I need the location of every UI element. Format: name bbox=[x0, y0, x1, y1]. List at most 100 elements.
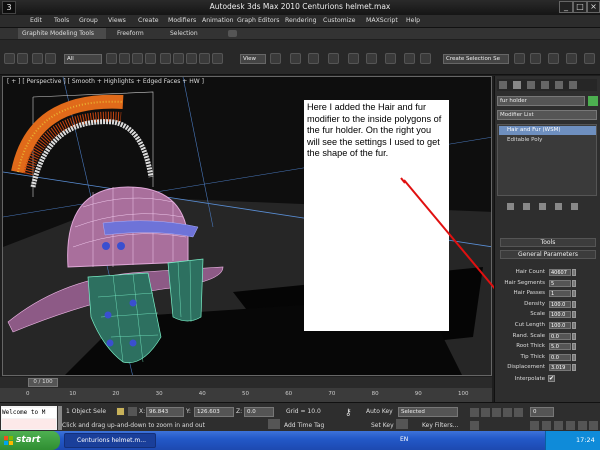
timeline-tick-label: 80 bbox=[371, 391, 379, 397]
param-spinner[interactable] bbox=[572, 300, 576, 308]
modifier-list-dropdown[interactable]: Modifier List bbox=[497, 110, 597, 120]
lock-selection-icon[interactable] bbox=[116, 407, 125, 416]
y-label: Y: bbox=[186, 408, 191, 415]
z-coordinate-field[interactable]: 0.0 bbox=[244, 407, 274, 417]
status-prompt: Click and drag up-and-down to zoom in an… bbox=[62, 422, 205, 429]
language-indicator[interactable]: EN bbox=[400, 436, 408, 443]
status-bar: Welcome to M 1 Object Sele X: 96.843 Y: … bbox=[0, 402, 600, 431]
param-spinner[interactable] bbox=[572, 343, 576, 351]
selected-keys-dropdown[interactable]: Selected bbox=[398, 407, 458, 417]
param-value-field[interactable]: 100.0 bbox=[549, 322, 571, 329]
rollout-tools[interactable]: Tools bbox=[500, 238, 596, 247]
taskbar-item-3dsmax[interactable]: Centurions helmet.m... bbox=[64, 433, 156, 448]
windows-taskbar: start Centurions helmet.m... EN 17:24 bbox=[0, 431, 600, 450]
stack-item-hair-and-fur[interactable]: Hair and Fur (WSM) bbox=[499, 126, 596, 135]
maximize-viewport-icon[interactable] bbox=[589, 421, 598, 430]
grid-size: Grid = 10.0 bbox=[286, 408, 321, 415]
param-row: Root Thick 5.0 bbox=[495, 342, 599, 351]
previous-frame-icon[interactable] bbox=[481, 408, 490, 417]
motion-tab-icon[interactable] bbox=[541, 81, 549, 89]
timeline-tick-label: 0 bbox=[26, 391, 30, 397]
maxscript-input[interactable] bbox=[2, 419, 56, 429]
maxscript-listener[interactable]: Welcome to M bbox=[1, 406, 57, 430]
param-spinner[interactable] bbox=[572, 269, 576, 276]
param-label: Density bbox=[524, 300, 545, 307]
selection-count: 1 Object Sele bbox=[66, 408, 107, 415]
param-label: Hair Segments bbox=[504, 279, 545, 286]
object-color-swatch[interactable] bbox=[588, 96, 598, 106]
stack-item-editable-poly[interactable]: Editable Poly bbox=[499, 136, 596, 145]
param-row: Hair Passes 1 bbox=[495, 289, 599, 298]
display-tab-icon[interactable] bbox=[555, 81, 563, 89]
interpolate-label: Interpolate bbox=[514, 376, 545, 382]
go-to-end-icon[interactable] bbox=[514, 408, 523, 417]
param-spinner[interactable] bbox=[572, 364, 576, 372]
timeline[interactable]: 0 10 20 30 40 50 60 70 80 90 100 bbox=[0, 388, 492, 402]
transform-type-in-icon[interactable] bbox=[128, 407, 137, 416]
set-key-button[interactable]: Set Key bbox=[371, 422, 394, 429]
param-spinner[interactable] bbox=[572, 332, 576, 340]
timeline-tick-label: 100 bbox=[458, 391, 469, 397]
zoom-all-icon[interactable] bbox=[542, 421, 551, 430]
zoom-icon[interactable] bbox=[530, 421, 539, 430]
param-value-field[interactable]: 100.0 bbox=[549, 311, 571, 319]
param-value-field[interactable]: 100.0 bbox=[549, 300, 571, 308]
param-label: Rand. Scale bbox=[512, 332, 545, 339]
timeline-ticks: 0 10 20 30 40 50 60 70 80 90 100 bbox=[0, 388, 492, 402]
timeline-tick-label: 10 bbox=[69, 391, 77, 397]
clock[interactable]: 17:24 bbox=[576, 436, 595, 444]
remove-modifier-icon[interactable] bbox=[555, 203, 562, 210]
param-label: Displacement bbox=[507, 364, 545, 371]
field-of-view-icon[interactable] bbox=[566, 421, 575, 430]
system-tray: 17:24 bbox=[545, 431, 600, 450]
param-row: Hair Count 40607 bbox=[495, 268, 599, 277]
x-coordinate-field[interactable]: 96.843 bbox=[146, 407, 184, 417]
auto-key-button[interactable]: Auto Key bbox=[366, 408, 393, 415]
zoom-extents-icon[interactable] bbox=[554, 421, 563, 430]
time-tag-icon bbox=[268, 419, 280, 429]
key-filters-button[interactable]: Key Filters... bbox=[422, 422, 459, 429]
param-label: Root Thick bbox=[516, 343, 545, 350]
param-row: Density 100.0 bbox=[495, 300, 599, 309]
pin-stack-icon[interactable] bbox=[507, 203, 514, 210]
show-end-result-icon[interactable] bbox=[523, 203, 530, 210]
set-key-icon[interactable] bbox=[396, 419, 408, 429]
configure-sets-icon[interactable] bbox=[571, 203, 578, 210]
param-value-field[interactable]: 0.0 bbox=[549, 332, 571, 340]
param-value-field[interactable]: 5 bbox=[549, 279, 571, 287]
param-row: Displacement 3.019 bbox=[495, 363, 599, 372]
next-frame-icon[interactable] bbox=[503, 408, 512, 417]
param-label: Tip Thick bbox=[520, 353, 545, 360]
make-unique-icon[interactable] bbox=[539, 203, 546, 210]
param-spinner[interactable] bbox=[572, 311, 576, 319]
param-spinner[interactable] bbox=[572, 290, 576, 298]
object-name-field[interactable]: fur holder bbox=[497, 96, 585, 106]
play-icon[interactable] bbox=[492, 408, 501, 417]
param-value-field[interactable]: 5.0 bbox=[549, 343, 571, 351]
param-value-field[interactable]: 1 bbox=[549, 290, 571, 298]
x-label: X: bbox=[139, 408, 146, 415]
param-value-field[interactable]: 3.019 bbox=[549, 364, 571, 372]
utilities-tab-icon[interactable] bbox=[569, 81, 577, 89]
hierarchy-tab-icon[interactable] bbox=[527, 81, 535, 89]
create-tab-icon[interactable] bbox=[499, 81, 507, 89]
param-value-field[interactable]: 40607 bbox=[549, 269, 571, 276]
time-config-icon[interactable] bbox=[470, 421, 479, 430]
windows-logo-icon bbox=[4, 436, 13, 445]
time-slider-thumb[interactable]: 0 / 100 bbox=[28, 378, 58, 387]
current-frame-field[interactable]: 0 bbox=[530, 407, 554, 417]
param-spinner[interactable] bbox=[572, 322, 576, 329]
interpolate-checkbox[interactable]: ✔ bbox=[548, 375, 555, 382]
param-spinner[interactable] bbox=[572, 353, 576, 361]
param-spinner[interactable] bbox=[572, 279, 576, 287]
modify-tab-icon[interactable] bbox=[513, 81, 521, 89]
add-time-tag-button[interactable]: Add Time Tag bbox=[284, 422, 324, 429]
pan-icon[interactable] bbox=[578, 421, 587, 430]
param-value-field[interactable]: 0.0 bbox=[549, 353, 571, 361]
y-coordinate-field[interactable]: 126.603 bbox=[194, 407, 234, 417]
time-slider[interactable]: 0 / 100 bbox=[0, 377, 492, 388]
param-row: Cut Length 100.0 bbox=[495, 321, 599, 330]
key-icon[interactable]: ⚷ bbox=[345, 409, 359, 418]
rollout-general-parameters[interactable]: General Parameters bbox=[500, 250, 596, 259]
go-to-start-icon[interactable] bbox=[470, 408, 479, 417]
